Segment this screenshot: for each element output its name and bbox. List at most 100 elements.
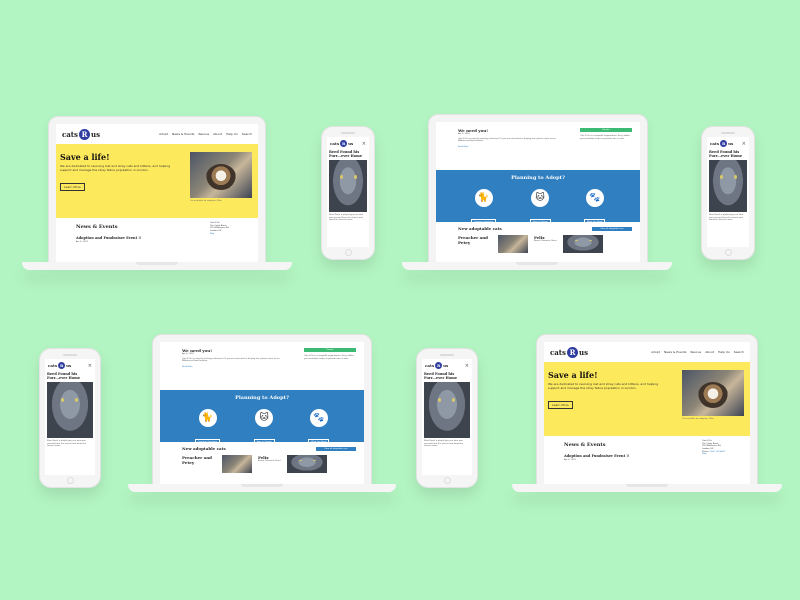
nav-about[interactable]: About (705, 350, 714, 354)
nav-rescue[interactable]: Rescue (690, 350, 701, 354)
home-button[interactable] (66, 477, 74, 484)
event-title[interactable]: Adoption and Fundraiser Event !! (564, 454, 664, 458)
cat-face-image (698, 382, 728, 408)
site-logo[interactable]: cats Rus (710, 140, 733, 147)
nav-rescue[interactable]: Rescue (198, 132, 209, 136)
donate-button[interactable]: Donate (304, 348, 356, 352)
laptop-screen: We need you! Apr 6, 2018 Cats R Us is cu… (152, 334, 372, 486)
event-date: Apr 6, 2018 (564, 459, 576, 461)
cat-faces-icon: 🐱 (255, 409, 274, 427)
planning-band: Planning to Adopt? 🐈 Common Questions 🐱 Ho… (436, 170, 640, 225)
how-to-choose-button[interactable]: How to Choose (253, 439, 275, 445)
story-cat-photo (47, 382, 93, 438)
story-cat-photo (424, 382, 470, 438)
site-logo[interactable]: cats Rus (425, 362, 448, 369)
story-text: Meet Reed, a playful grey cat who was re… (709, 214, 744, 222)
event-title[interactable]: Adoption and Fundraiser Event !! (76, 236, 176, 240)
nav-search[interactable]: Search (242, 132, 252, 136)
phone-display: cats Rus × Reed Found his Furr...ever Hom… (327, 137, 369, 247)
how-to-choose-button[interactable]: How to Choose (529, 219, 551, 225)
close-icon[interactable]: × (742, 141, 746, 147)
story-cat-photo (329, 160, 367, 212)
photo-caption: Cat available for adoption: Mitzi (190, 200, 222, 202)
site-logo[interactable]: cats Rus (48, 362, 71, 369)
laptop-display: We need you! Apr 6, 2018 Cats R Us is cu… (436, 122, 640, 263)
nav-adopt[interactable]: Adopt (651, 350, 660, 354)
learn-more-button[interactable]: Learn More (548, 400, 573, 409)
map-link[interactable]: Map (702, 453, 742, 456)
donate-button[interactable]: Donate (580, 128, 632, 132)
nav-links: Adopt News & Events Rescue About Help Us… (159, 132, 252, 136)
planning-band: Planning to Adopt? 🐈 Common Questions 🐱 Ho… (160, 390, 364, 445)
laptop-base (512, 484, 782, 492)
nav-help[interactable]: Help Us (226, 132, 238, 136)
site-nav: cats Rus Adopt News & Events Rescue About… (544, 342, 750, 362)
nav-help[interactable]: Help Us (718, 350, 730, 354)
read-more-link[interactable]: Read More (182, 366, 282, 368)
donate-text: Cats R Us is a nonprofit organization. E… (580, 135, 630, 140)
nav-news[interactable]: News & Events (172, 132, 195, 136)
story-title: Reed Found his Furr...ever Home (709, 150, 743, 158)
cat1-photo (222, 455, 252, 473)
what-you-need-button[interactable]: What You Need (584, 219, 606, 225)
story-text: Meet Reed, a playful grey cat who was re… (424, 440, 463, 448)
close-icon[interactable]: × (465, 363, 469, 369)
hero-text: We are dedicated to rescuing lost and st… (60, 164, 171, 172)
phone-value[interactable]: (555) 123-4567 (710, 451, 726, 453)
adoptable-title: New adoptable cats (458, 226, 502, 231)
hero-banner: Save a life! We are dedicated to rescuin… (56, 144, 258, 218)
home-button[interactable] (443, 477, 451, 484)
nav-news[interactable]: News & Events (664, 350, 687, 354)
need-date: Apr 6, 2018 (182, 353, 194, 355)
cat2-photo (562, 235, 603, 253)
laptop-planning-bottom: We need you! Apr 6, 2018 Cats R Us is cu… (128, 334, 396, 494)
hero-cat-photo (190, 152, 252, 198)
cat1-name[interactable]: Preacher and Petey (182, 455, 216, 473)
laptop-base (22, 262, 292, 270)
laptop-screen: cats Rus Adopt News & Events Rescue About… (48, 116, 266, 264)
laptop-homepage-top: cats Rus Adopt News & Events Rescue About… (22, 116, 292, 272)
contact-info: Cats R Us The Cathy Brock 716 Wilderness… (210, 222, 250, 244)
cat1-name[interactable]: Preacher and Petey (458, 235, 492, 253)
event-date: Apr 6, 2018 (76, 241, 88, 243)
home-button[interactable] (724, 249, 732, 256)
site-logo[interactable]: cats Rus (62, 128, 100, 140)
nav-links: Adopt News & Events Rescue About Help Us… (651, 350, 744, 354)
common-questions-button[interactable]: Common Questions (194, 439, 221, 445)
laptop-display: cats Rus Adopt News & Events Rescue About… (544, 342, 750, 485)
laptop-screen: cats Rus Adopt News & Events Rescue About… (536, 334, 758, 486)
close-icon[interactable]: × (362, 141, 366, 147)
need-text: Cats R Us is currently seeking volunteer… (458, 137, 556, 143)
nav-search[interactable]: Search (734, 350, 744, 354)
nav-about[interactable]: About (213, 132, 222, 136)
common-questions-button[interactable]: Common Questions (470, 219, 497, 225)
close-icon[interactable]: × (88, 363, 92, 369)
cat-silhouette-icon: 🐈 (474, 189, 493, 207)
phone-story-bottom-1: cats Rus × Reed Found his Furr...ever Hom… (39, 348, 101, 488)
news-section-title: News & Events (564, 442, 606, 448)
cat-faces-icon: 🐱 (531, 189, 550, 207)
planning-title: Planning to Adopt? (511, 175, 565, 181)
home-button[interactable] (344, 249, 352, 256)
view-all-button[interactable]: View all adoptable cats (316, 446, 356, 451)
paw-print-icon: 🐾 (309, 409, 328, 427)
what-you-need-button[interactable]: What You Need (308, 439, 330, 445)
story-title: Reed Found his Furr...ever Home (47, 372, 81, 380)
site-logo[interactable]: cats Rus (550, 346, 588, 358)
story-text: Meet Reed, a playful grey cat who was re… (329, 214, 364, 222)
nav-adopt[interactable]: Adopt (159, 132, 168, 136)
cat-face-image (206, 164, 236, 190)
story-cat-photo (709, 160, 747, 212)
map-link[interactable]: Map (210, 233, 250, 236)
site-logo[interactable]: cats Rus (330, 140, 353, 147)
learn-more-button[interactable]: Learn More (60, 182, 85, 191)
read-more-link[interactable]: Read More (458, 146, 558, 148)
laptop-base (128, 484, 396, 492)
story-text: Meet Reed, a playful grey cat who was re… (47, 440, 86, 448)
view-all-button[interactable]: View all adoptable cats (592, 226, 632, 231)
phone-story-top-1: cats Rus × Reed Found his Furr...ever Hom… (321, 126, 375, 260)
planning-title: Planning to Adopt? (235, 395, 289, 401)
phone-label: Phone: (702, 450, 709, 453)
laptop-screen: We need you! Apr 6, 2018 Cats R Us is cu… (428, 114, 648, 264)
site-nav: cats Rus Adopt News & Events Rescue About… (56, 124, 258, 144)
